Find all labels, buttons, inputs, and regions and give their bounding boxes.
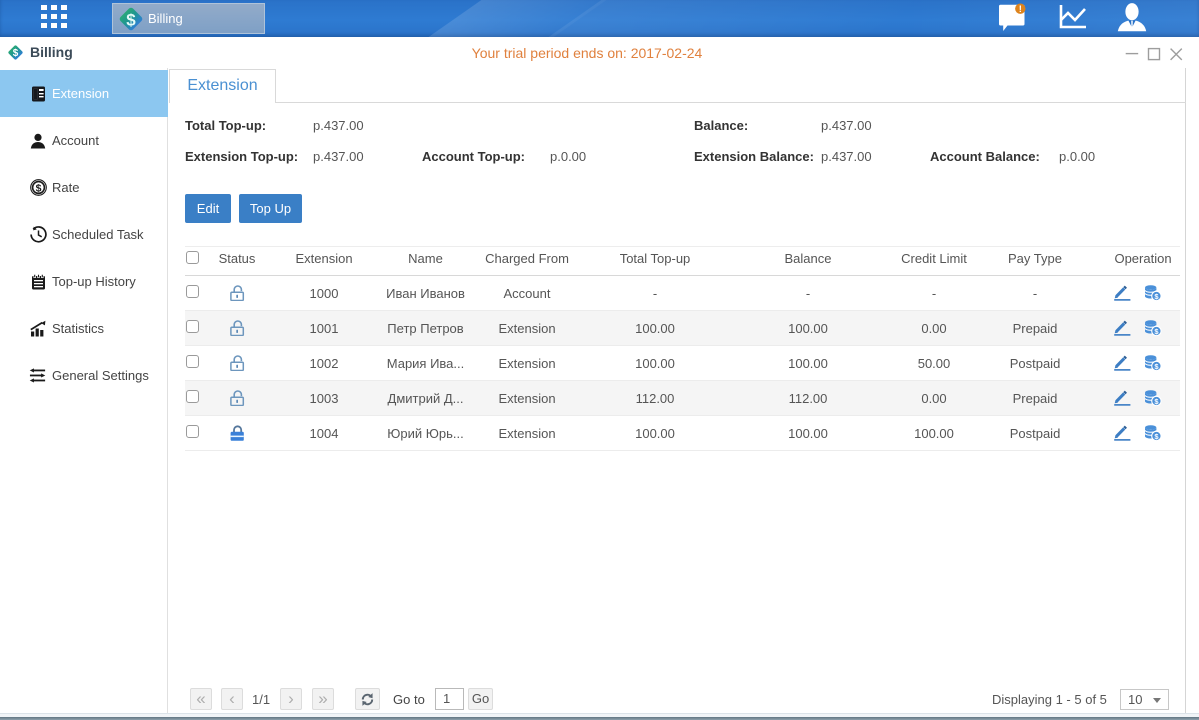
svg-text:!: ! bbox=[1019, 4, 1022, 15]
svg-text:$: $ bbox=[126, 10, 136, 29]
svg-text:$: $ bbox=[35, 182, 41, 194]
